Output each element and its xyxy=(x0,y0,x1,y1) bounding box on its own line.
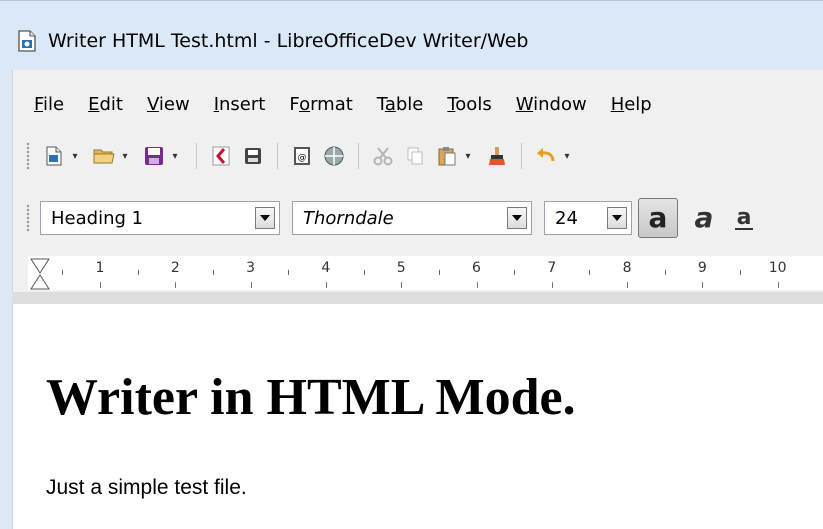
toolbar-separator xyxy=(277,143,278,169)
chevron-down-icon[interactable] xyxy=(607,207,627,229)
ruler-label: 4 xyxy=(321,260,331,276)
italic-button[interactable]: a xyxy=(684,198,724,238)
menu-item[interactable]: Insert xyxy=(214,94,266,115)
paste-dropdown-icon[interactable]: ▾ xyxy=(463,142,473,170)
menu-item[interactable]: Format xyxy=(289,94,352,115)
save-dropdown-icon[interactable]: ▾ xyxy=(170,142,180,170)
toolbar-grip[interactable] xyxy=(26,204,30,232)
menu-bar: File Edit View Insert Format Table Tools Window… xyxy=(34,86,676,122)
ruler-tick xyxy=(589,270,591,275)
new-document-icon[interactable] xyxy=(40,142,68,170)
ruler-tick xyxy=(476,282,478,288)
horizontal-ruler[interactable]: 1 2 3 4 5 6 7 8 9 10 xyxy=(28,256,823,290)
ruler-tick xyxy=(514,270,516,275)
ruler-tick xyxy=(438,270,440,275)
formatting-toolbar: Heading 1 Thorndale 24 a a a xyxy=(14,198,764,238)
bold-button[interactable]: a xyxy=(638,198,678,238)
paragraph-style-value: Heading 1 xyxy=(51,207,144,229)
open-folder-icon[interactable] xyxy=(90,142,118,170)
ruler-tick xyxy=(551,282,553,288)
ruler-label: 8 xyxy=(622,260,632,276)
ruler-tick xyxy=(137,270,139,275)
undo-dropdown-icon[interactable]: ▾ xyxy=(562,142,572,170)
font-size-combo[interactable]: 24 xyxy=(544,201,632,235)
underline-icon: a xyxy=(735,205,753,230)
ruler-tick xyxy=(702,282,704,288)
ruler-label: 6 xyxy=(472,260,481,276)
bold-icon: a xyxy=(649,203,668,233)
undo-icon[interactable] xyxy=(532,142,560,170)
copy-icon[interactable] xyxy=(401,142,429,170)
menu-item[interactable]: Edit xyxy=(88,94,123,115)
chevron-down-icon[interactable] xyxy=(507,207,527,229)
ruler-label: 5 xyxy=(396,260,406,276)
document-heading[interactable]: Writer in HTML Mode. xyxy=(46,368,576,427)
menu-item[interactable]: Table xyxy=(377,94,424,115)
export-pdf-icon[interactable] xyxy=(207,142,235,170)
ruler-tick xyxy=(62,270,64,275)
svg-text:a: a xyxy=(649,203,668,233)
window-title: Writer HTML Test.html - LibreOfficeDev W… xyxy=(48,30,529,52)
save-icon[interactable] xyxy=(140,142,168,170)
toolbar-separator xyxy=(521,143,522,169)
ruler-tick xyxy=(627,282,629,288)
italic-icon: a xyxy=(695,203,714,233)
toolbar-separator xyxy=(196,143,197,169)
ruler-tick xyxy=(100,282,101,288)
svg-text:a: a xyxy=(737,205,752,230)
indent-marker-icon xyxy=(30,258,50,290)
font-size-value: 24 xyxy=(555,207,578,229)
svg-text:@: @ xyxy=(298,153,307,163)
ruler-tick xyxy=(175,282,177,288)
writer-window: Writer HTML Test.html - LibreOfficeDev W… xyxy=(0,0,823,529)
menu-item[interactable]: File xyxy=(34,94,64,115)
underline-button[interactable]: a xyxy=(724,198,764,238)
paragraph-style-combo[interactable]: Heading 1 xyxy=(40,201,280,235)
source-view-icon[interactable]: @ xyxy=(288,142,316,170)
ruler-label: 3 xyxy=(246,260,256,276)
menu-item[interactable]: Help xyxy=(611,94,652,115)
new-dropdown-icon[interactable]: ▾ xyxy=(70,142,80,170)
ruler-label: 2 xyxy=(170,260,180,276)
ruler-tick xyxy=(212,270,214,275)
ruler-tick xyxy=(777,282,779,288)
ruler-tick xyxy=(401,282,403,288)
menu-item[interactable]: Window xyxy=(516,94,587,115)
ruler-label: 9 xyxy=(697,260,707,276)
title-bar[interactable]: Writer HTML Test.html - LibreOfficeDev W… xyxy=(0,0,823,70)
svg-text:a: a xyxy=(695,203,714,233)
toolbar-grip[interactable] xyxy=(26,142,30,170)
document-paragraph[interactable]: Just a simple test file. xyxy=(46,476,247,500)
ruler-tick xyxy=(250,282,252,288)
toolbar-separator xyxy=(358,143,359,169)
ruler-tick xyxy=(288,270,290,275)
menu-item[interactable]: Tools xyxy=(447,94,491,115)
font-name-value: Thorndale xyxy=(303,207,394,229)
ruler-tick xyxy=(363,270,365,275)
menu-item[interactable]: View xyxy=(147,94,190,115)
ruler-border xyxy=(12,292,823,304)
ruler-tick xyxy=(664,270,666,275)
print-icon[interactable] xyxy=(239,142,267,170)
open-dropdown-icon[interactable]: ▾ xyxy=(120,142,130,170)
ruler-tick xyxy=(740,270,742,275)
font-name-combo[interactable]: Thorndale xyxy=(292,201,532,235)
ruler-label: 7 xyxy=(547,260,557,276)
ruler-tick xyxy=(325,282,327,288)
ruler-label: 1 xyxy=(95,260,105,276)
cut-icon[interactable] xyxy=(369,142,397,170)
document-web-icon xyxy=(16,30,38,52)
paste-icon[interactable] xyxy=(433,142,461,170)
ruler-label: 10 xyxy=(768,260,787,276)
chevron-down-icon[interactable] xyxy=(255,207,275,229)
web-preview-icon[interactable] xyxy=(320,142,348,170)
standard-toolbar: ▾ ▾ ▾ @ ▾ ▾ xyxy=(14,136,580,176)
clone-formatting-icon[interactable] xyxy=(483,142,511,170)
